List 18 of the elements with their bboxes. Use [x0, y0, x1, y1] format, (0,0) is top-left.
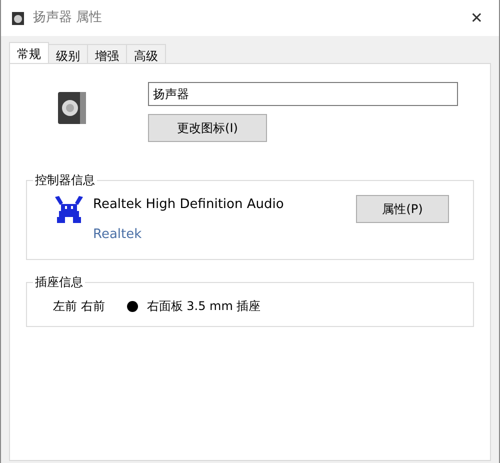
speaker-icon — [11, 10, 25, 26]
realtek-link[interactable]: Realtek — [93, 224, 284, 244]
window-title: 扬声器 属性 — [33, 9, 102, 28]
controller-name: Realtek High Definition Audio — [93, 196, 284, 214]
group-label: 插座信息 — [33, 274, 85, 290]
tab[interactable]: 常规 — [9, 42, 49, 63]
change-icon-button[interactable]: 更改图标(I) — [148, 114, 267, 142]
group-label: 控制器信息 — [33, 172, 97, 188]
tab[interactable]: 增强 — [87, 44, 127, 63]
speaker-icon — [56, 90, 88, 126]
channel-label: 左前 右前 — [53, 298, 105, 315]
crab-logo-icon — [53, 195, 85, 225]
jack-description: 右面板 3.5 mm 插座 — [146, 298, 261, 315]
name-field[interactable]: 扬声器 — [148, 82, 458, 106]
properties-button[interactable]: 属性(P) — [356, 195, 449, 223]
close-button[interactable]: ✕ — [464, 6, 489, 30]
tab[interactable]: 高级 — [126, 44, 166, 63]
tab[interactable]: 级别 — [48, 44, 88, 63]
